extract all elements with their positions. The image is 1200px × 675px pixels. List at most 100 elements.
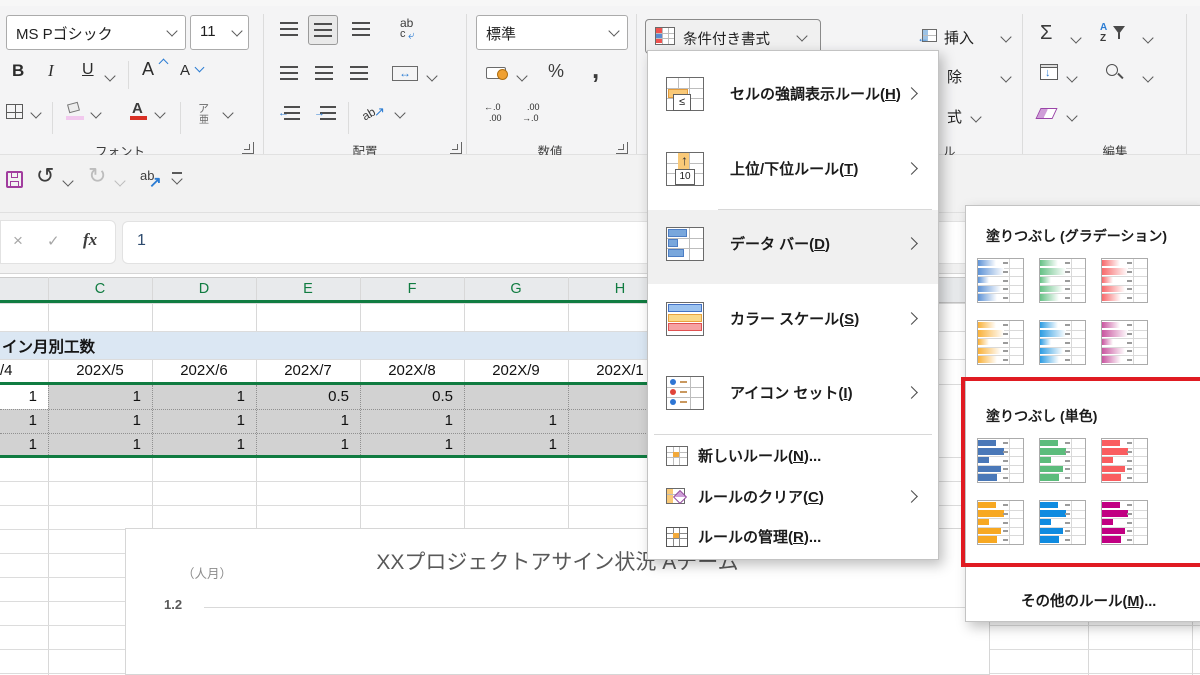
decrease-indent-icon[interactable]: ←: [280, 106, 302, 120]
fill-down-icon[interactable]: ↓: [1040, 64, 1058, 80]
cell-value[interactable]: 1: [276, 412, 349, 429]
month-cell[interactable]: 202X/9: [464, 362, 568, 379]
align-left-icon[interactable]: [280, 66, 298, 80]
sort-filter-chevron[interactable]: [1142, 32, 1153, 43]
fill-color-icon[interactable]: [66, 102, 84, 120]
menu-item-highlight-cells-rules[interactable]: ≤ セルの強調表示ルール(H): [648, 59, 938, 134]
month-cell[interactable]: 202X/7: [256, 362, 360, 379]
databar-style-gradient-6[interactable]: [1101, 320, 1148, 365]
cell-value[interactable]: 1: [68, 436, 141, 453]
databar-style-solid-3[interactable]: [1101, 438, 1148, 483]
font-size-combo[interactable]: 11: [190, 15, 249, 50]
fill-chevron[interactable]: [1066, 71, 1077, 82]
merge-cells-icon[interactable]: ↔: [392, 66, 418, 81]
menu-item-new-rule[interactable]: 新しいルール(N)...: [648, 437, 938, 475]
clear-chevron[interactable]: [1066, 110, 1077, 121]
databar-style-gradient-5[interactable]: [1039, 320, 1086, 365]
autosum-button[interactable]: Σ: [1040, 22, 1052, 45]
delete-button-partial[interactable]: 除: [947, 66, 962, 87]
font-dialog-launcher[interactable]: [242, 142, 254, 154]
number-format-combo[interactable]: 標準: [476, 15, 628, 50]
databar-style-solid-5[interactable]: [1039, 500, 1086, 545]
cell-value[interactable]: 1: [380, 436, 453, 453]
undo-chevron[interactable]: [62, 175, 73, 186]
databar-style-gradient-1[interactable]: [977, 258, 1024, 303]
redo-chevron[interactable]: [114, 175, 125, 186]
conditional-formatting-button[interactable]: 条件付き書式: [645, 19, 821, 54]
cell-value[interactable]: 0.5: [276, 388, 349, 405]
column-header-C[interactable]: C: [48, 281, 152, 297]
column-header-G[interactable]: G: [464, 281, 568, 297]
ruby-chevron[interactable]: [222, 107, 233, 118]
italic-button[interactable]: I: [48, 61, 54, 81]
align-middle-button[interactable]: [308, 15, 338, 45]
cell-value[interactable]: 1: [0, 388, 37, 405]
align-top-icon[interactable]: [280, 22, 298, 36]
cancel-button[interactable]: ×: [13, 231, 23, 251]
percent-button[interactable]: %: [548, 61, 564, 82]
insert-function-button[interactable]: fx: [83, 230, 97, 250]
save-icon[interactable]: [6, 171, 23, 188]
currency-chevron[interactable]: [516, 70, 527, 81]
section-title-row[interactable]: イン月別工数: [0, 332, 672, 359]
format-chevron[interactable]: [970, 111, 981, 122]
decrease-decimal-icon[interactable]: .00 →.0: [522, 102, 548, 126]
shrink-font-button[interactable]: A: [180, 62, 190, 79]
grow-font-button[interactable]: A: [142, 59, 154, 80]
column-header-F[interactable]: F: [360, 281, 464, 297]
font-name-combo[interactable]: MS Pゴシック: [6, 15, 186, 50]
font-color-button[interactable]: A: [130, 100, 148, 120]
cell-value[interactable]: 1: [68, 388, 141, 405]
cell-value[interactable]: 1: [0, 436, 37, 453]
databar-style-gradient-4[interactable]: [977, 320, 1024, 365]
align-dialog-launcher[interactable]: [450, 142, 462, 154]
cell-value[interactable]: 1: [276, 436, 349, 453]
cell-value[interactable]: 1: [484, 436, 557, 453]
comma-button[interactable]: ,: [592, 54, 599, 85]
databar-style-solid-1[interactable]: [977, 438, 1024, 483]
find-icon[interactable]: [1106, 64, 1124, 82]
orientation-chevron[interactable]: [394, 107, 405, 118]
databar-style-solid-4[interactable]: [977, 500, 1024, 545]
underline-options-chevron[interactable]: [104, 70, 115, 81]
databar-style-gradient-2[interactable]: [1039, 258, 1086, 303]
cell-value[interactable]: 1: [484, 412, 557, 429]
menu-item-manage-rules[interactable]: ルールの管理(R)...: [648, 517, 938, 557]
orientation-icon[interactable]: ab ↗: [362, 102, 388, 126]
underline-button[interactable]: U: [82, 61, 94, 79]
redo-icon[interactable]: ↻: [88, 163, 106, 189]
month-cell[interactable]: 202X/8: [360, 362, 464, 379]
align-right-icon[interactable]: [350, 66, 368, 80]
menu-item-top-bottom-rules[interactable]: ↑ 10 上位/下位ルール(T): [648, 134, 938, 209]
autosum-chevron[interactable]: [1070, 32, 1081, 43]
more-rules-item[interactable]: その他のルール(M)...: [966, 584, 1200, 616]
font-color-chevron[interactable]: [154, 107, 165, 118]
databar-style-gradient-3[interactable]: [1101, 258, 1148, 303]
cell-value[interactable]: 1: [172, 388, 245, 405]
month-cell[interactable]: /4: [0, 362, 30, 379]
wrap-text-icon[interactable]: ab c ⤶: [398, 16, 422, 44]
ab-arrow-icon[interactable]: ab ↗: [140, 168, 166, 192]
undo-icon[interactable]: ↺: [36, 163, 54, 189]
delete-chevron[interactable]: [1000, 71, 1011, 82]
cell-value[interactable]: 0.5: [380, 388, 453, 405]
bold-button[interactable]: B: [12, 61, 24, 81]
menu-item-icon-sets[interactable]: アイコン セット(I): [648, 359, 938, 433]
align-bottom-icon[interactable]: [352, 22, 370, 36]
chevron-down-icon[interactable]: [608, 25, 619, 36]
column-header-E[interactable]: E: [256, 281, 360, 297]
month-cell[interactable]: 202X/6: [152, 362, 256, 379]
clear-icon[interactable]: [1035, 108, 1057, 119]
fill-color-chevron[interactable]: [90, 107, 101, 118]
enter-button[interactable]: ✓: [47, 232, 60, 250]
increase-decimal-icon[interactable]: ←.0 .00: [484, 102, 510, 126]
align-center-icon[interactable]: [315, 66, 333, 80]
menu-item-color-scales[interactable]: カラー スケール(S): [648, 284, 938, 359]
cell-value[interactable]: 1: [172, 436, 245, 453]
merge-chevron[interactable]: [426, 70, 437, 81]
customize-qat-icon[interactable]: [172, 172, 183, 184]
databar-style-solid-6[interactable]: [1101, 500, 1148, 545]
cell-value[interactable]: 1: [68, 412, 141, 429]
databar-style-solid-2[interactable]: [1039, 438, 1086, 483]
borders-chevron[interactable]: [30, 107, 41, 118]
